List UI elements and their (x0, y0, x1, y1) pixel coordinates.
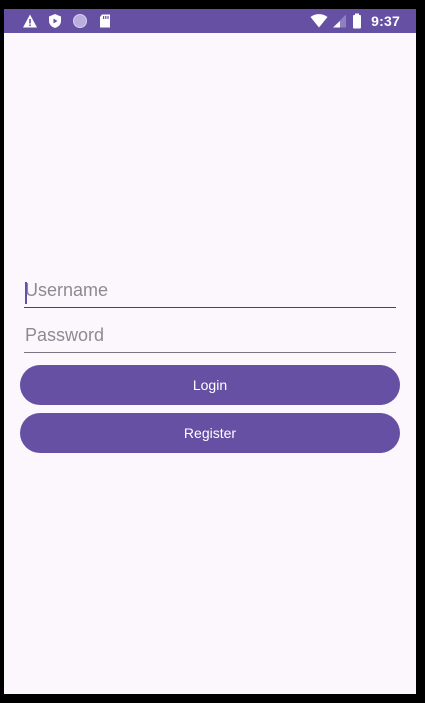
warning-icon (22, 13, 38, 29)
circle-icon (72, 13, 88, 29)
status-time: 9:37 (371, 13, 400, 29)
text-cursor (25, 282, 27, 304)
signal-icon (331, 13, 347, 29)
username-input[interactable] (24, 274, 396, 308)
status-right-icons: 9:37 (310, 12, 400, 30)
login-button[interactable]: Login (20, 365, 400, 405)
sd-card-icon (97, 13, 113, 29)
battery-icon (352, 13, 362, 29)
password-input[interactable] (24, 319, 396, 353)
app-screen: 9:37 Login Register (4, 9, 416, 694)
shield-play-icon (47, 13, 63, 29)
status-bar: 9:37 (4, 9, 416, 33)
wifi-icon (310, 13, 328, 29)
register-button[interactable]: Register (20, 413, 400, 453)
status-left-icons (22, 12, 113, 30)
